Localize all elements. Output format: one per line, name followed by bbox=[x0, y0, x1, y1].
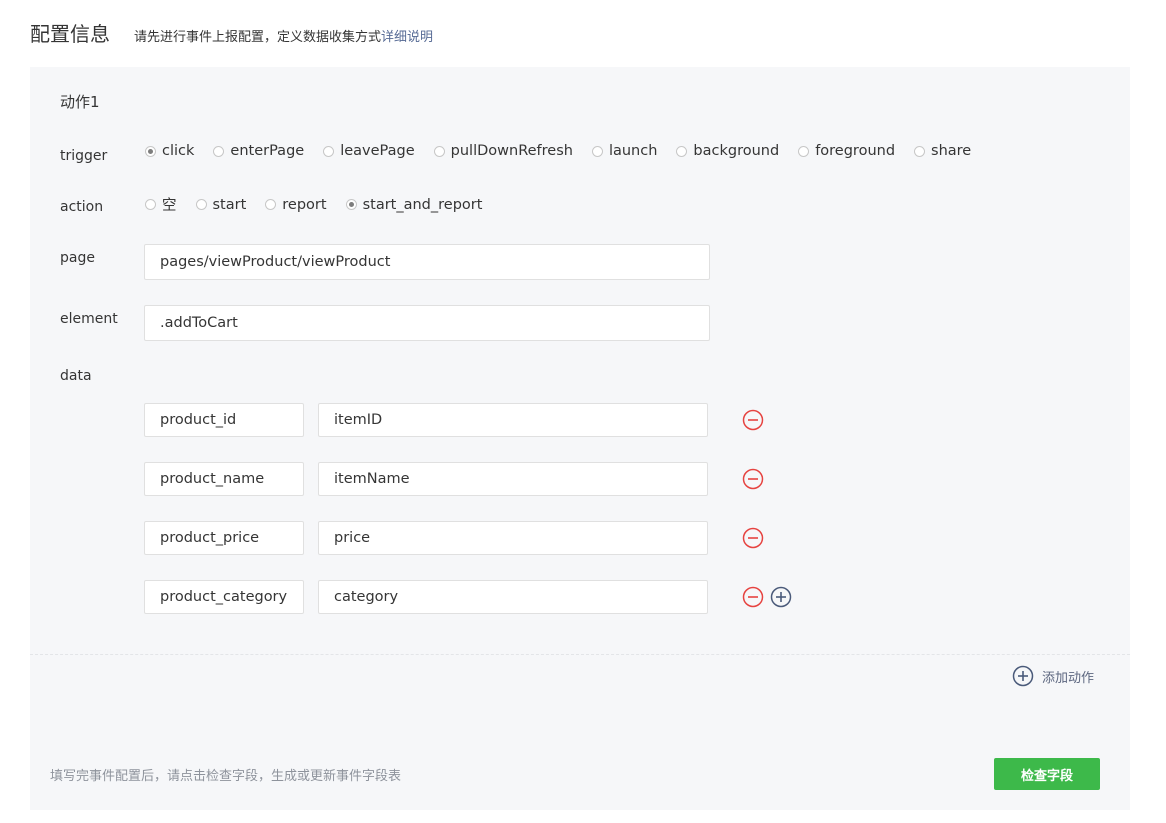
radio-label: start bbox=[212, 196, 247, 213]
data-value-input[interactable] bbox=[318, 462, 708, 496]
add-action-label: 添加动作 bbox=[1042, 670, 1095, 686]
action-option-report[interactable]: report bbox=[265, 196, 327, 213]
element-input[interactable] bbox=[144, 305, 710, 341]
element-label: element bbox=[60, 311, 118, 327]
page-label: page bbox=[60, 250, 95, 266]
radio-unchecked-icon[interactable] bbox=[798, 145, 810, 157]
radio-unchecked-icon[interactable] bbox=[145, 199, 156, 210]
trigger-option-background[interactable]: background bbox=[676, 143, 779, 159]
data-key-input[interactable] bbox=[144, 403, 304, 437]
radio-label: 空 bbox=[162, 198, 177, 214]
footer-hint: 填写完事件配置后，请点击检查字段，生成或更新事件字段表 bbox=[50, 769, 402, 784]
action-title: 动作1 bbox=[60, 93, 100, 111]
data-key-input[interactable] bbox=[144, 462, 304, 496]
help-link[interactable]: 详细说明 bbox=[381, 30, 433, 45]
radio-unchecked-icon[interactable] bbox=[213, 145, 225, 157]
page-title: 配置信息 bbox=[30, 22, 110, 46]
add-row-icon[interactable] bbox=[770, 586, 792, 608]
trigger-radio-group: click enterPage leavePage pullDownRefres… bbox=[145, 143, 990, 159]
radio-unchecked-icon[interactable] bbox=[676, 145, 688, 157]
radio-label: enterPage bbox=[230, 143, 305, 159]
remove-row-icon[interactable] bbox=[742, 586, 764, 608]
radio-checked-icon[interactable] bbox=[345, 199, 357, 210]
radio-label: leavePage bbox=[340, 143, 415, 159]
action-option-start-and-report[interactable]: start_and_report bbox=[345, 196, 483, 213]
radio-unchecked-icon[interactable] bbox=[914, 145, 926, 157]
radio-label: click bbox=[162, 143, 195, 159]
radio-unchecked-icon[interactable] bbox=[433, 145, 445, 157]
radio-label: foreground bbox=[815, 143, 896, 159]
trigger-option-leavepage[interactable]: leavePage bbox=[323, 143, 415, 159]
remove-row-icon[interactable] bbox=[742, 527, 764, 549]
remove-row-icon[interactable] bbox=[742, 409, 764, 431]
trigger-option-pulldownrefresh[interactable]: pullDownRefresh bbox=[433, 143, 573, 159]
action-label: action bbox=[60, 199, 104, 215]
radio-unchecked-icon[interactable] bbox=[591, 145, 603, 157]
trigger-option-share[interactable]: share bbox=[914, 143, 971, 159]
trigger-option-click[interactable]: click bbox=[145, 143, 194, 159]
radio-label: share bbox=[931, 143, 972, 159]
description-text: 请先进行事件上报配置，定义数据收集方式 bbox=[134, 30, 382, 45]
check-fields-button[interactable]: 检查字段 bbox=[994, 758, 1100, 790]
radio-label: report bbox=[282, 196, 327, 213]
add-action-button[interactable]: 添加动作 bbox=[1012, 665, 1094, 687]
data-value-input[interactable] bbox=[318, 521, 708, 555]
data-key-input[interactable] bbox=[144, 580, 304, 614]
radio-label: launch bbox=[608, 143, 658, 159]
radio-unchecked-icon[interactable] bbox=[323, 145, 335, 157]
radio-checked-icon[interactable] bbox=[145, 145, 156, 157]
radio-label: pullDownRefresh bbox=[450, 143, 573, 159]
page-description: 请先进行事件上报配置，定义数据收集方式详细说明 bbox=[134, 26, 433, 45]
config-panel: 动作1 trigger click enterPage leavePage pu… bbox=[30, 67, 1130, 810]
action-option-empty[interactable]: 空 bbox=[145, 194, 177, 215]
radio-unchecked-icon[interactable] bbox=[195, 199, 207, 210]
action-option-start[interactable]: start bbox=[195, 196, 247, 213]
action-radio-group: 空 start report start_and_report bbox=[145, 194, 501, 215]
radio-label: start_and_report bbox=[362, 196, 483, 213]
section-divider bbox=[30, 654, 1130, 655]
data-key-input[interactable] bbox=[144, 521, 304, 555]
trigger-label: trigger bbox=[60, 148, 108, 164]
data-label: data bbox=[60, 368, 92, 384]
remove-row-icon[interactable] bbox=[742, 468, 764, 490]
data-value-input[interactable] bbox=[318, 403, 708, 437]
radio-unchecked-icon[interactable] bbox=[265, 199, 277, 210]
trigger-option-foreground[interactable]: foreground bbox=[798, 143, 895, 159]
add-action-icon bbox=[1012, 665, 1034, 687]
radio-label: background bbox=[693, 143, 780, 159]
header: 配置信息 请先进行事件上报配置，定义数据收集方式详细说明 bbox=[30, 18, 433, 48]
page-input[interactable] bbox=[144, 244, 710, 280]
data-value-input[interactable] bbox=[318, 580, 708, 614]
trigger-option-launch[interactable]: launch bbox=[591, 143, 658, 159]
trigger-option-enterpage[interactable]: enterPage bbox=[213, 143, 304, 159]
